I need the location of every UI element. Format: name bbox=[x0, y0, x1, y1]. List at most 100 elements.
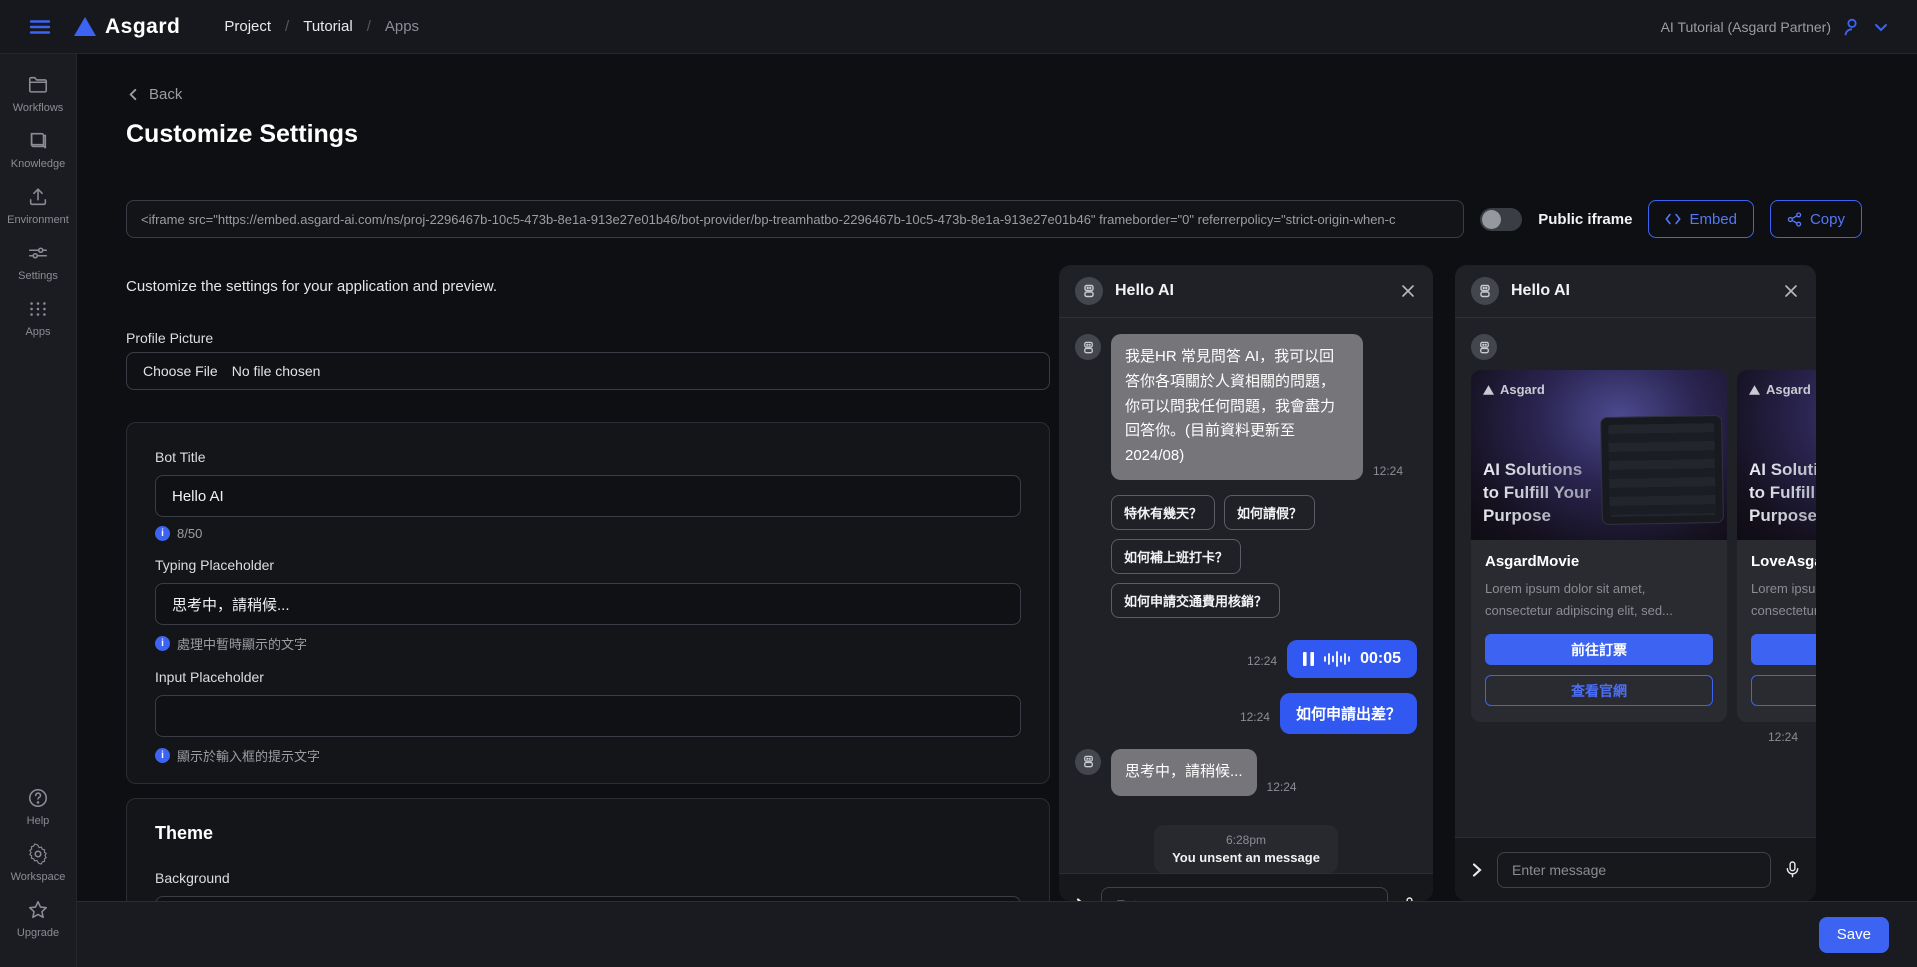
chat-title: Hello AI bbox=[1115, 282, 1387, 300]
chevron-right-icon[interactable] bbox=[1469, 862, 1485, 878]
sidebar-label: Settings bbox=[18, 270, 58, 282]
sidebar-label: Environment bbox=[7, 214, 69, 226]
embed-button[interactable]: Embed bbox=[1648, 200, 1754, 238]
suggestion-chips: 特休有幾天？ 如何請假？ 如何補上班打卡？ 如何申請交通費用核銷？ bbox=[1075, 495, 1417, 618]
iframe-code-input[interactable] bbox=[126, 200, 1464, 238]
copy-button[interactable]: Copy bbox=[1770, 200, 1862, 238]
save-button[interactable]: Save bbox=[1819, 917, 1889, 953]
sidebar-item-upgrade[interactable]: Upgrade bbox=[17, 899, 59, 939]
card-name: AsgardMovie bbox=[1485, 553, 1713, 570]
sidebar-item-workspace[interactable]: Workspace bbox=[11, 843, 66, 883]
product-card-asgardmovie: Asgard AI Solutions to Fulfill Your Purp… bbox=[1471, 370, 1727, 722]
sidebar-label: Workspace bbox=[11, 871, 66, 883]
typing-placeholder-input[interactable] bbox=[155, 583, 1021, 625]
profile-picture-file-input[interactable]: Choose File No file chosen bbox=[126, 352, 1050, 390]
page-title: Customize Settings bbox=[126, 120, 358, 149]
triangle-logo-icon bbox=[1749, 385, 1760, 395]
close-icon[interactable] bbox=[1399, 282, 1417, 300]
chevron-left-icon bbox=[126, 87, 141, 102]
embed-button-label: Embed bbox=[1689, 211, 1737, 228]
bot-avatar bbox=[1075, 277, 1103, 305]
input-placeholder-input[interactable] bbox=[155, 695, 1021, 737]
card-image: Asgard AI Solutions to Fulfill Your Purp… bbox=[1737, 370, 1816, 540]
card-brand: Asgard bbox=[1749, 382, 1811, 397]
sidebar-item-help[interactable]: Help bbox=[27, 787, 50, 827]
input-placeholder-label: Input Placeholder bbox=[155, 669, 1021, 685]
asgard-logo[interactable]: Asgard bbox=[74, 15, 180, 39]
public-iframe-label: Public iframe bbox=[1538, 211, 1632, 228]
breadcrumb-separator: / bbox=[285, 18, 289, 35]
sidebar-item-knowledge[interactable]: Knowledge bbox=[11, 130, 65, 170]
chat-preview-panel-2: Hello AI Asgard AI Solutions to Fulfi bbox=[1455, 265, 1816, 901]
account-label: AI Tutorial (Asgard Partner) bbox=[1661, 19, 1831, 35]
bot-title-label: Bot Title bbox=[155, 449, 1021, 465]
star-icon bbox=[27, 899, 49, 921]
background-label: Background bbox=[155, 870, 1021, 886]
sidebar-item-settings[interactable]: Settings bbox=[18, 242, 58, 282]
sidebar-label: Upgrade bbox=[17, 927, 59, 939]
suggestion-chip[interactable]: 特休有幾天？ bbox=[1111, 495, 1215, 530]
card-brand: Asgard bbox=[1483, 382, 1545, 397]
book-icon bbox=[27, 130, 49, 152]
sidebar-label: Knowledge bbox=[11, 158, 65, 170]
bot-settings-card: Bot Title i 8/50 Typing Placeholder i 處理… bbox=[126, 422, 1050, 784]
breadcrumb-tutorial[interactable]: Tutorial bbox=[303, 18, 352, 35]
bot-title-input[interactable] bbox=[155, 475, 1021, 517]
chevron-down-icon bbox=[1873, 19, 1889, 35]
input-placeholder-hint: 顯示於輸入框的提示文字 bbox=[177, 746, 320, 765]
sidebar-label: Help bbox=[27, 815, 50, 827]
card-secondary-button[interactable]: 查看官網 bbox=[1751, 675, 1816, 706]
sidebar-label: Apps bbox=[25, 326, 50, 338]
robot-icon bbox=[1081, 283, 1097, 299]
audio-message-row: 12:24 00:05 bbox=[1075, 640, 1417, 678]
public-iframe-toggle[interactable] bbox=[1480, 208, 1522, 231]
waveform-icon bbox=[1324, 651, 1350, 667]
suggestion-chip[interactable]: 如何請假？ bbox=[1224, 495, 1315, 530]
card-carousel: Asgard AI Solutions to Fulfill Your Purp… bbox=[1471, 370, 1816, 722]
sidebar-item-apps[interactable]: Apps bbox=[25, 298, 50, 338]
account-menu[interactable]: AI Tutorial (Asgard Partner) bbox=[1661, 16, 1889, 38]
card-image-title: AI Solutions to Fulfill Your Purpose bbox=[1483, 459, 1591, 528]
message-time: 12:24 bbox=[1373, 464, 1403, 478]
share-icon bbox=[1787, 212, 1802, 227]
card-primary-button[interactable]: 前往訂票 bbox=[1485, 634, 1713, 665]
chat-message-input[interactable] bbox=[1101, 887, 1388, 901]
breadcrumb-apps[interactable]: Apps bbox=[385, 18, 419, 35]
chat-preview-panel-1: Hello AI 我是HR 常見問答 AI，我可以回答你各項關於人資相關的問題，… bbox=[1059, 265, 1433, 901]
typing-placeholder-label: Typing Placeholder bbox=[155, 557, 1021, 573]
suggestion-chip[interactable]: 如何補上班打卡？ bbox=[1111, 539, 1241, 574]
chat-input-bar bbox=[1059, 873, 1433, 902]
profile-picture-label: Profile Picture bbox=[126, 330, 213, 346]
card-image: Asgard AI Solutions to Fulfill Your Purp… bbox=[1471, 370, 1727, 540]
close-icon[interactable] bbox=[1782, 282, 1800, 300]
audio-message-bubble[interactable]: 00:05 bbox=[1287, 640, 1417, 678]
laptop-graphic bbox=[1600, 415, 1724, 525]
mic-icon[interactable] bbox=[1783, 860, 1802, 879]
card-primary-button[interactable]: 前往訂票 bbox=[1751, 634, 1816, 665]
card-image-title: AI Solutions to Fulfill Your Purpose bbox=[1749, 459, 1816, 528]
info-icon: i bbox=[155, 526, 170, 541]
sidebar-item-environment[interactable]: Environment bbox=[7, 186, 69, 226]
unsent-message-notice: 6:28pm You unsent an message bbox=[1154, 825, 1338, 873]
card-secondary-button[interactable]: 查看官網 bbox=[1485, 675, 1713, 706]
chat-input-bar bbox=[1455, 837, 1816, 901]
hamburger-menu-icon[interactable] bbox=[28, 15, 52, 39]
sidebar-item-workflows[interactable]: Workflows bbox=[13, 74, 64, 114]
sliders-icon bbox=[27, 242, 49, 264]
typing-placeholder-hint: 處理中暫時顯示的文字 bbox=[177, 634, 307, 653]
user-icon bbox=[1841, 16, 1863, 38]
choose-file-label[interactable]: Choose File bbox=[143, 363, 218, 379]
theme-title: Theme bbox=[155, 823, 1021, 844]
top-navbar: Asgard Project / Tutorial / Apps AI Tuto… bbox=[0, 0, 1917, 54]
info-icon: i bbox=[155, 636, 170, 651]
back-button[interactable]: Back bbox=[126, 86, 182, 103]
triangle-logo-icon bbox=[74, 17, 96, 36]
notice-text: You unsent an message bbox=[1172, 850, 1320, 865]
suggestion-chip[interactable]: 如何申請交通費用核銷？ bbox=[1111, 583, 1280, 618]
chat-message-input[interactable] bbox=[1497, 852, 1771, 888]
chat-messages: 我是HR 常見問答 AI，我可以回答你各項關於人資相關的問題，你可以問我任何問題… bbox=[1059, 318, 1433, 901]
robot-icon bbox=[1081, 340, 1096, 355]
breadcrumb-project[interactable]: Project bbox=[224, 18, 271, 35]
back-label: Back bbox=[149, 86, 182, 103]
gear-icon bbox=[27, 843, 49, 865]
